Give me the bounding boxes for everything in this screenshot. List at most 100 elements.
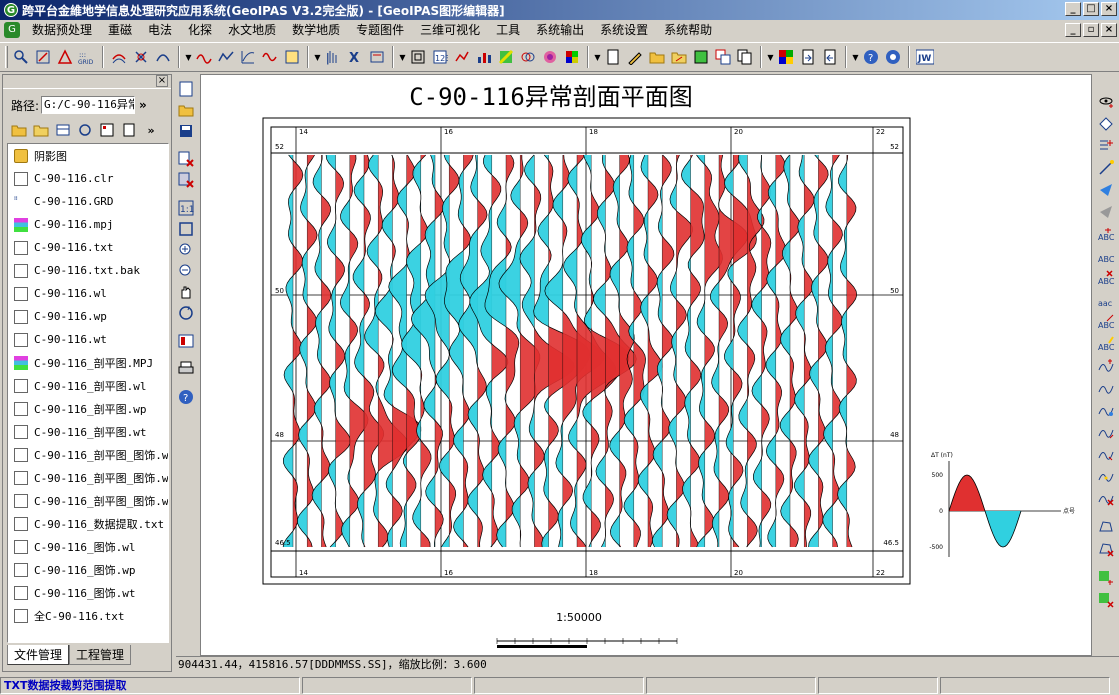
remove-layer-icon[interactable] [176,170,196,190]
pan-hand-icon[interactable] [176,282,196,302]
copy-doc-icon[interactable] [734,46,756,68]
dropdown-arrow-icon-2[interactable]: ▼ [313,46,322,68]
text-add-icon[interactable]: ABC [1096,223,1116,244]
document-icon[interactable]: G [4,22,20,38]
path-input[interactable]: G:/C-90-116异常 [41,96,136,114]
frame-icon[interactable] [407,46,429,68]
info-icon[interactable] [882,46,904,68]
file-item[interactable]: C-90-116.txt [8,236,168,259]
file-item[interactable]: C-90-116_数据提取.txt [8,512,168,535]
wave-chart-icon[interactable] [259,46,281,68]
up-folder-icon[interactable] [9,121,29,139]
menu-output[interactable]: 系统输出 [528,20,592,40]
file-item[interactable]: C-90-116_剖平图.wl [8,374,168,397]
file-item[interactable]: 全C-90-116.txt [8,604,168,627]
menu-thematic[interactable]: 专题图件 [348,20,412,40]
print-icon[interactable] [176,359,196,379]
map-canvas[interactable]: C-90-116异常剖面平面图 14 14 16 16 18 18 20 20 22 22 52 52… [200,74,1092,656]
fill-add-icon[interactable] [1096,567,1116,588]
text-replace-icon[interactable]: aac [1096,289,1116,310]
route-tool-icon[interactable] [152,46,174,68]
color-grid-icon[interactable] [775,46,797,68]
dropdown-arrow-icon[interactable]: ▼ [184,46,193,68]
menu-3d[interactable]: 三维可视化 [412,20,488,40]
section-tool-icon[interactable] [193,46,215,68]
color-fill-icon[interactable] [495,46,517,68]
refresh-view-icon[interactable] [176,303,196,323]
curve-copy-icon[interactable] [1096,399,1116,420]
fill-delete-icon[interactable] [1096,589,1116,610]
delete-file-icon[interactable] [119,121,139,139]
move-icon[interactable] [1096,179,1116,200]
refresh-icon[interactable] [75,121,95,139]
dropdown-arrow-icon-3[interactable]: ▼ [398,46,407,68]
zoom-tool-icon[interactable] [10,46,32,68]
open-folder-icon[interactable] [646,46,668,68]
move-gray-icon[interactable] [1096,201,1116,222]
file-item[interactable]: ∷ C-90-116.GRD [8,190,168,213]
zoom-in-icon[interactable] [176,240,196,260]
line-chart-icon[interactable] [451,46,473,68]
fit-extent-icon[interactable] [176,219,196,239]
menu-settings[interactable]: 系统设置 [592,20,656,40]
layer-manager-icon[interactable] [176,331,196,351]
bar-chart-icon[interactable] [473,46,495,68]
menu-help[interactable]: 系统帮助 [656,20,720,40]
new-doc-icon[interactable] [602,46,624,68]
file-item[interactable]: C-90-116.wp [8,305,168,328]
curve-add-icon[interactable] [1096,355,1116,376]
menu-tools[interactable]: 工具 [488,20,528,40]
help-icon-vertical[interactable]: ? [176,387,196,407]
curve-fit-icon[interactable] [237,46,259,68]
toolbar-grip[interactable] [5,46,8,68]
file-item[interactable]: C-90-116.clr [8,167,168,190]
file-item[interactable]: C-90-116_剖平图_图饰.w [8,443,168,466]
menu-mathgeo[interactable]: 数学地质 [284,20,348,40]
file-item[interactable]: C-90-116_剖平图.wp [8,397,168,420]
legend-icon[interactable] [366,46,388,68]
contour-tool-icon[interactable] [108,46,130,68]
menu-hydro[interactable]: 水文地质 [220,20,284,40]
triangle-tool-icon[interactable] [54,46,76,68]
curve-split-icon[interactable] [1096,443,1116,464]
mdi-restore-button[interactable]: ▫ [1083,23,1099,37]
line-edit-icon[interactable] [1096,157,1116,178]
minimize-button[interactable]: _ [1065,2,1081,16]
venn-icon[interactable] [517,46,539,68]
export-icon[interactable] [690,46,712,68]
zoom-out-icon[interactable] [176,261,196,281]
area-add-icon[interactable] [1096,516,1116,537]
profile-tool-icon[interactable] [215,46,237,68]
save-icon[interactable] [176,121,196,141]
x-axis-icon[interactable]: X [344,46,366,68]
eye-add-icon[interactable] [1096,91,1116,112]
grid-tool-icon[interactable]: ::: GRID [76,46,98,68]
file-item[interactable]: C-90-116_图饰.wt [8,581,168,604]
dropdown-arrow-icon-6[interactable]: ▼ [851,46,860,68]
new-page-icon[interactable] [176,79,196,99]
more-tools-button[interactable]: » [141,121,161,139]
open-icon[interactable] [176,100,196,120]
edit-tool-icon[interactable] [32,46,54,68]
delete-layer-icon[interactable] [176,149,196,169]
section-map[interactable]: 14 14 16 16 18 18 20 20 22 22 52 52 50 50 48 48 46.5 46.5… [201,75,1091,655]
menu-gravmag[interactable]: 重磁 [100,20,140,40]
path-more-button[interactable]: » [139,98,147,112]
list-add-icon[interactable] [1096,135,1116,156]
menu-geochem[interactable]: 化探 [180,20,220,40]
file-item[interactable]: 阴影图 [8,144,168,167]
table-icon[interactable]: 123 [429,46,451,68]
curve-delete-icon[interactable] [1096,487,1116,508]
mdi-minimize-button[interactable]: _ [1065,23,1081,37]
file-item[interactable]: C-90-116_图饰.wp [8,558,168,581]
text-style-icon[interactable]: ABC [1096,333,1116,354]
curve-edit-icon[interactable] [1096,421,1116,442]
file-item[interactable]: C-90-116_剖平图.MPJ [8,351,168,374]
close-button[interactable]: × [1101,2,1117,16]
panel-close-button[interactable]: × [156,75,168,87]
mdi-close-button[interactable]: × [1101,23,1117,37]
axis-label-icon[interactable]: ǀ [322,46,344,68]
actual-size-icon[interactable]: 1:1 [176,198,196,218]
pencil-icon[interactable] [624,46,646,68]
text-edit-icon[interactable]: ABC [1096,311,1116,332]
